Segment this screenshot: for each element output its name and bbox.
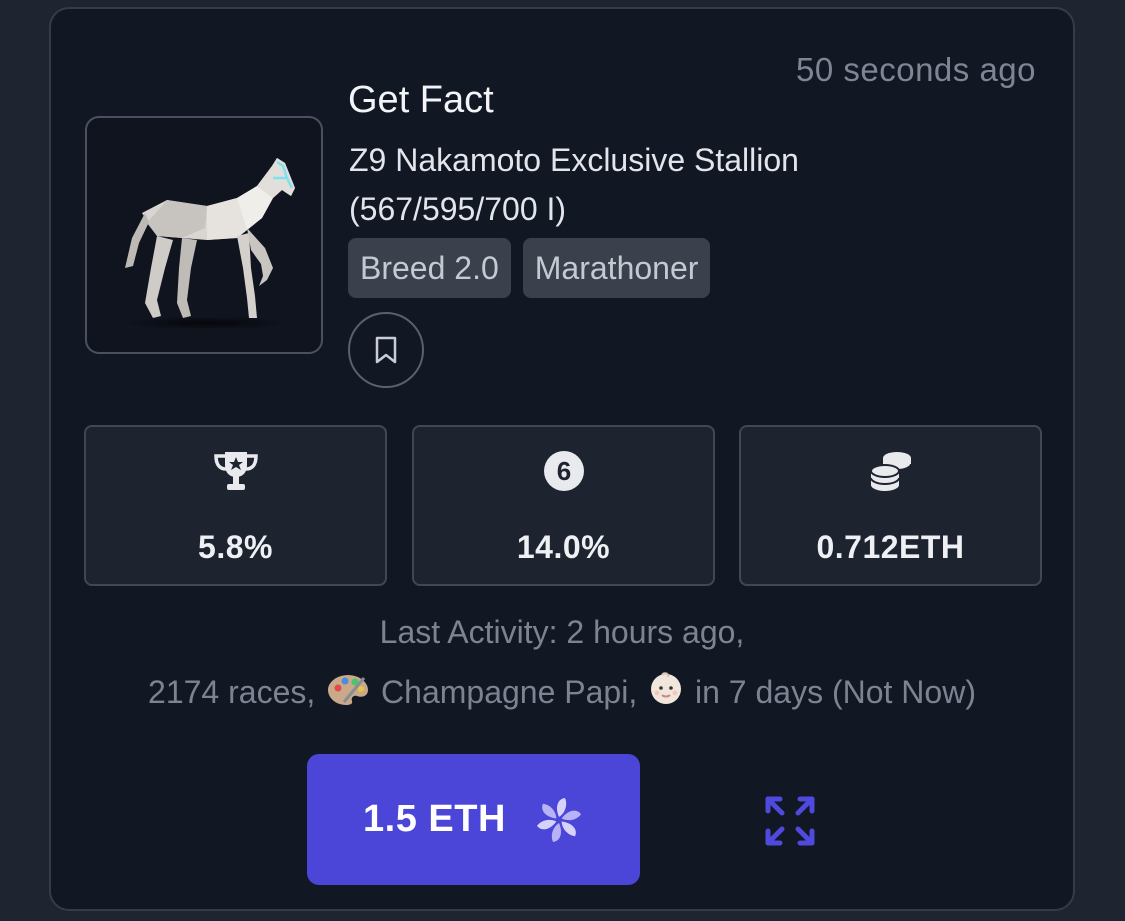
activity-details: 2174 races, Champagne Papi, in 7 days (N… <box>51 662 1073 725</box>
buy-button[interactable]: 1.5 ETH <box>307 754 640 885</box>
race-count: 2174 races, <box>148 674 316 710</box>
bookmark-button[interactable] <box>348 312 424 388</box>
activity-summary: Last Activity: 2 hours ago, 2174 races, … <box>51 602 1073 725</box>
baby-icon <box>648 665 684 725</box>
horse-badges: Breed 2.0 Marathoner <box>348 238 711 298</box>
horse-genotype: (567/595/700 I) <box>349 191 567 227</box>
breeding-availability: in 7 days (Not Now) <box>694 674 976 710</box>
trophy-icon <box>213 452 258 490</box>
earnings-value: 0.712ETH <box>816 529 965 565</box>
bookmark-icon <box>375 336 397 364</box>
pinwheel-icon <box>536 797 581 842</box>
win-rate-stat: 5.8% <box>84 425 387 586</box>
stats-row: 5.8% 6 14.0% 0.712ETH <box>84 425 1044 586</box>
svg-text:6: 6 <box>556 456 570 486</box>
palette-icon <box>326 665 370 725</box>
expand-icon <box>765 796 815 846</box>
last-activity: Last Activity: 2 hours ago, <box>379 614 745 650</box>
horse-thumbnail[interactable] <box>85 116 323 354</box>
listing-timestamp: 50 seconds ago <box>795 51 1036 88</box>
coins-icon <box>869 452 912 491</box>
place-rate-stat: 6 14.0% <box>412 425 715 586</box>
win-rate-value: 5.8% <box>198 529 273 565</box>
breed-badge: Breed 2.0 <box>348 238 511 298</box>
expand-button[interactable] <box>764 795 816 847</box>
horse-description: Z9 Nakamoto Exclusive Stallion (567/595/… <box>349 136 949 234</box>
place-rate-value: 14.0% <box>516 529 611 565</box>
horse-lineage: Z9 Nakamoto Exclusive Stallion <box>349 142 799 178</box>
horse-listing-card[interactable]: 50 seconds ago Get Fact Z9 Nakamoto Excl… <box>49 7 1075 911</box>
distance-badge: Marathoner <box>522 238 711 298</box>
stable-name[interactable]: Champagne Papi, <box>381 674 637 710</box>
horse-name[interactable]: Get Fact <box>348 79 494 122</box>
number-six-icon: 6 <box>543 451 584 491</box>
horse-image <box>122 158 295 330</box>
buy-price: 1.5 ETH <box>363 798 506 840</box>
earnings-stat: 0.712ETH <box>739 425 1042 586</box>
